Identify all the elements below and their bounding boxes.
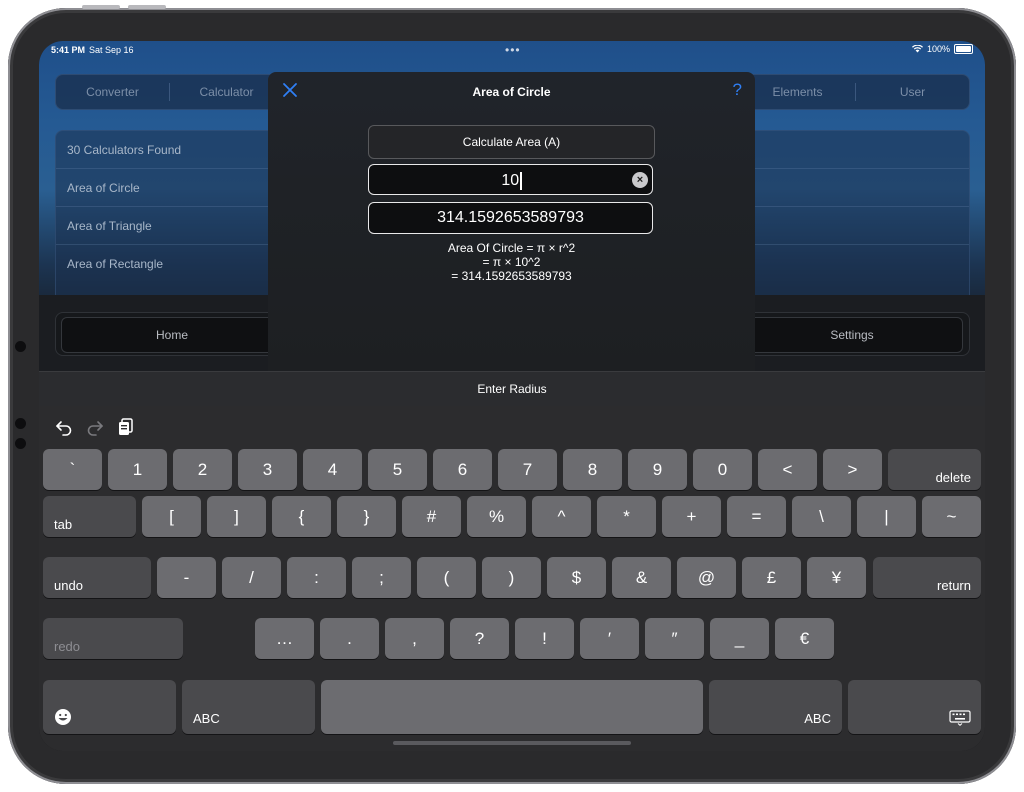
key[interactable]: \ xyxy=(792,496,851,537)
key[interactable]: ( xyxy=(417,557,476,598)
key[interactable]: 9 xyxy=(628,449,687,490)
undo-key[interactable]: undo xyxy=(43,557,151,598)
key[interactable]: $ xyxy=(547,557,606,598)
key[interactable]: 2 xyxy=(173,449,232,490)
formula-text: Area Of Circle = π × r^2 = π × 10^2 = 31… xyxy=(268,241,755,283)
redo-key[interactable]: redo xyxy=(43,618,183,659)
key[interactable]: 1 xyxy=(108,449,167,490)
sheet-title: Area of Circle xyxy=(472,85,551,99)
key[interactable]: & xyxy=(612,557,671,598)
key[interactable]: # xyxy=(402,496,461,537)
multitasking-dots-icon[interactable]: ••• xyxy=(505,43,521,57)
help-icon[interactable]: ? xyxy=(733,80,742,100)
status-indicators: 100% xyxy=(911,44,973,54)
key[interactable]: ^ xyxy=(532,496,591,537)
key[interactable]: ] xyxy=(207,496,266,537)
status-time: 5:41 PM xyxy=(51,45,86,55)
calculate-area-button[interactable]: Calculate Area (A) xyxy=(368,125,655,159)
tab-converter[interactable]: Converter xyxy=(56,75,169,109)
key[interactable]: * xyxy=(597,496,656,537)
key[interactable]: ? xyxy=(450,618,509,659)
key[interactable]: < xyxy=(758,449,817,490)
key[interactable]: ` xyxy=(43,449,102,490)
key[interactable]: + xyxy=(662,496,721,537)
key[interactable]: 3 xyxy=(238,449,297,490)
wifi-icon xyxy=(911,45,923,53)
key[interactable]: 5 xyxy=(368,449,427,490)
return-key[interactable]: return xyxy=(873,557,981,598)
tab-calculator[interactable]: Calculator xyxy=(170,75,283,109)
text-caret xyxy=(520,171,522,190)
key[interactable]: { xyxy=(272,496,331,537)
emoji-key[interactable] xyxy=(43,680,176,734)
formula-line: Area Of Circle = π × r^2 xyxy=(447,241,576,255)
settings-button[interactable]: Settings xyxy=(741,317,963,353)
volume-button xyxy=(82,5,120,9)
radius-input-value: 10 xyxy=(369,165,654,196)
emoji-icon xyxy=(55,709,71,725)
redo-arrow-icon[interactable] xyxy=(84,416,106,438)
key[interactable]: } xyxy=(337,496,396,537)
key[interactable]: 8 xyxy=(563,449,622,490)
tab-elements[interactable]: Elements xyxy=(741,75,854,109)
status-bar: 5:41 PM Sat Sep 16 ••• 100% xyxy=(39,41,985,59)
side-sensor xyxy=(15,418,26,429)
formula-line: = 314.1592653589793 xyxy=(451,269,572,283)
volume-button xyxy=(128,5,166,9)
abc-key-right[interactable]: ABC xyxy=(709,680,842,734)
home-indicator[interactable] xyxy=(393,741,631,745)
formula-line: = π × 10^2 xyxy=(482,255,541,269)
battery-icon xyxy=(954,44,973,54)
radius-input[interactable]: 10 × xyxy=(368,164,653,195)
battery-percent: 100% xyxy=(926,44,950,54)
clear-icon[interactable]: × xyxy=(632,172,648,188)
key[interactable]: _ xyxy=(710,618,769,659)
key[interactable]: % xyxy=(467,496,526,537)
keyboard-dismiss-icon xyxy=(949,710,971,726)
key[interactable]: € xyxy=(775,618,834,659)
tab-user[interactable]: User xyxy=(856,75,969,109)
space-key[interactable] xyxy=(321,680,703,734)
key[interactable]: ! xyxy=(515,618,574,659)
area-of-circle-sheet: Area of Circle ? Calculate Area (A) 10 ×… xyxy=(268,72,755,371)
key[interactable]: 0 xyxy=(693,449,752,490)
side-sensor xyxy=(15,341,26,352)
key[interactable]: [ xyxy=(142,496,201,537)
key[interactable]: £ xyxy=(742,557,801,598)
key[interactable]: : xyxy=(287,557,346,598)
home-button[interactable]: Home xyxy=(61,317,283,353)
result-field: 314.1592653589793 xyxy=(368,202,653,234)
status-date: Sat Sep 16 xyxy=(89,45,134,55)
abc-key-left[interactable]: ABC xyxy=(182,680,315,734)
dismiss-keyboard-key[interactable] xyxy=(848,680,981,734)
key[interactable]: ) xyxy=(482,557,541,598)
key[interactable]: 4 xyxy=(303,449,362,490)
key[interactable]: 7 xyxy=(498,449,557,490)
key[interactable]: ; xyxy=(352,557,411,598)
undo-arrow-icon[interactable] xyxy=(53,416,75,438)
paste-clipboard-icon[interactable] xyxy=(115,416,137,438)
key[interactable]: 6 xyxy=(433,449,492,490)
screen: 5:41 PM Sat Sep 16 ••• 100% Converter Ca… xyxy=(39,41,985,751)
key[interactable]: @ xyxy=(677,557,736,598)
key[interactable]: > xyxy=(823,449,882,490)
key[interactable]: ′ xyxy=(580,618,639,659)
key[interactable]: / xyxy=(222,557,281,598)
key[interactable]: … xyxy=(255,618,314,659)
key[interactable]: ~ xyxy=(922,496,981,537)
tab-key[interactable]: tab xyxy=(43,496,136,537)
key[interactable]: ″ xyxy=(645,618,704,659)
key[interactable]: = xyxy=(727,496,786,537)
delete-key[interactable]: delete xyxy=(888,449,981,490)
key[interactable]: - xyxy=(157,557,216,598)
key[interactable]: , xyxy=(385,618,444,659)
key[interactable]: . xyxy=(320,618,379,659)
key[interactable]: | xyxy=(857,496,916,537)
keyboard: ` 1 2 3 4 5 6 7 8 9 0 < > delete tab[]{} #% ^ * + = \ | ~ undo -… xyxy=(39,406,985,751)
side-sensor xyxy=(15,438,26,449)
input-accessory-bar: Enter Radius xyxy=(39,371,985,407)
key[interactable]: ¥ xyxy=(807,557,866,598)
